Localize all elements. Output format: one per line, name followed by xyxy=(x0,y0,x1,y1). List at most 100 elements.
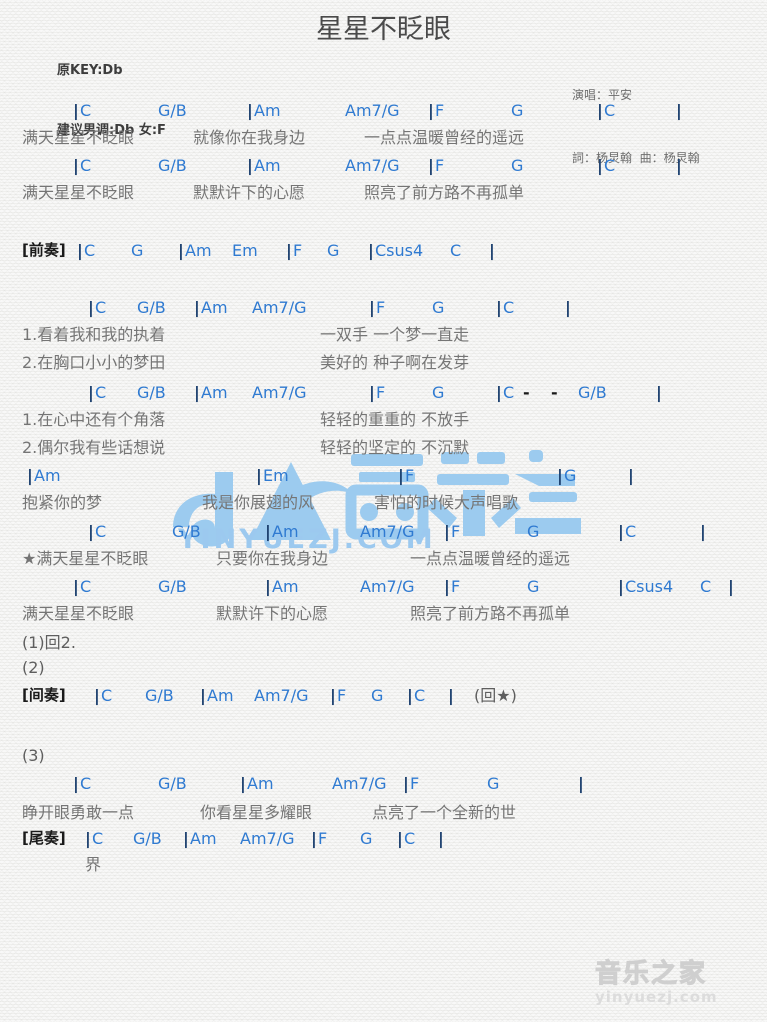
chord-symbol: Am7/G xyxy=(345,156,400,175)
original-key: 原KEY:Db xyxy=(57,63,123,78)
lyric-text: ★满天星星不眨眼 xyxy=(22,549,149,568)
lyric-line: 满天星星不眨眼 就像你在我身边 一点点温暖曾经的遥远 xyxy=(0,125,767,150)
chord-symbol: C xyxy=(700,577,712,596)
bar-separator: | xyxy=(73,101,79,120)
chord-symbol: G/B xyxy=(158,101,187,120)
bar-separator: | xyxy=(428,156,434,175)
bar-separator: | xyxy=(194,298,200,317)
chord-symbol: G/B xyxy=(158,774,187,793)
chord-symbol: Am xyxy=(201,383,228,402)
chord-symbol: C xyxy=(604,156,616,175)
chord-symbol: F xyxy=(410,774,420,793)
bar-separator: | xyxy=(489,241,495,260)
bar-separator: | xyxy=(73,156,79,175)
chord-symbol: Em xyxy=(263,466,289,485)
bar-separator: | xyxy=(183,829,189,848)
bar-separator: | xyxy=(676,101,682,120)
section-label: [前奏] xyxy=(22,241,66,259)
lyric-line: 2.偶尔我有些话想说 轻轻的坚定的 不沉默 xyxy=(0,435,767,460)
chord-symbol: Am7/G xyxy=(332,774,387,793)
bar-separator: | xyxy=(557,466,563,485)
bar-separator: | xyxy=(286,241,292,260)
lyric-text: 我是你展翅的风 xyxy=(202,493,315,512)
sustain-dash: - xyxy=(551,383,558,402)
chord-symbol: G/B xyxy=(158,577,187,596)
chord-symbol: G xyxy=(527,577,540,596)
chord-symbol: C xyxy=(625,522,637,541)
lyric-text: 点亮了一个全新的世 xyxy=(372,803,517,822)
chord-symbol: C xyxy=(95,522,107,541)
chord-symbol: Am xyxy=(254,101,281,120)
chord-symbol: Am xyxy=(185,241,212,260)
chord-symbol: G xyxy=(432,298,445,317)
chord-symbol: Am xyxy=(190,829,217,848)
chord-symbol: F xyxy=(376,383,386,402)
chord-symbol: G/B xyxy=(578,383,607,402)
chord-symbol: C xyxy=(84,241,96,260)
chord-symbol: G xyxy=(432,383,445,402)
bar-separator: | xyxy=(403,774,409,793)
chord-symbol: G xyxy=(131,241,144,260)
lyric-text: 一双手 一个梦一直走 xyxy=(320,325,470,344)
lyric-line: 抱紧你的梦 我是你展翅的风 害怕的时候大声唱歌 xyxy=(0,490,767,515)
bar-separator: | xyxy=(265,577,271,596)
bar-separator: | xyxy=(628,466,634,485)
chord-symbol: G xyxy=(527,522,540,541)
chord-symbol: C xyxy=(604,101,616,120)
chord-symbol: Am7/G xyxy=(252,383,307,402)
lyric-text: 照亮了前方路不再孤单 xyxy=(364,183,525,202)
repeat-marker: (1)回2. xyxy=(22,633,76,652)
chord-line: | C G/B | Am Am7/G | F G | C | xyxy=(0,295,767,320)
lyric-text: 照亮了前方路不再孤单 xyxy=(410,604,571,623)
chord-symbol: Em xyxy=(232,241,258,260)
chord-symbol: G/B xyxy=(137,298,166,317)
chord-sheet: 原KEY:Db 建议男调:Db 女:F 星星不眨眼 演唱：平安 詞：杨炅翰 曲：… xyxy=(0,0,767,1022)
bar-separator: | xyxy=(369,298,375,317)
chord-symbol: Am xyxy=(272,577,299,596)
bar-separator: | xyxy=(240,774,246,793)
chord-symbol: Csus4 xyxy=(625,577,674,596)
lyric-text: 你看星星多耀眼 xyxy=(200,803,313,822)
bar-separator: | xyxy=(597,101,603,120)
lyric-text: 满天星星不眨眼 xyxy=(22,128,135,147)
lyric-text: 轻轻的坚定的 不沉默 xyxy=(320,438,470,457)
lyric-line: (1)回2. xyxy=(0,630,767,655)
chord-line: | C G/B | Am Am7/G | F G | C | xyxy=(0,98,767,123)
chord-symbol: Am xyxy=(254,156,281,175)
lyric-line: 2.在胸口小小的梦田 美好的 种子啊在发芽 xyxy=(0,350,767,375)
bar-separator: | xyxy=(496,383,502,402)
song-title: 星星不眨眼 xyxy=(316,14,451,45)
bar-separator: | xyxy=(247,101,253,120)
lyric-line: (3) xyxy=(0,743,767,768)
lyric-line: (2) xyxy=(0,655,767,680)
lyric-text: 界 xyxy=(85,855,102,874)
lyric-text: 满天星星不眨眼 xyxy=(22,183,135,202)
chord-line: [尾奏] | C G/B | Am Am7/G | F G | C | xyxy=(0,826,767,851)
lyric-line: 满天星星不眨眼 默默许下的心愿 照亮了前方路不再孤单 xyxy=(0,601,767,626)
chord-symbol: C xyxy=(80,156,92,175)
chord-symbol: F xyxy=(293,241,303,260)
chord-symbol: C xyxy=(414,686,426,705)
chord-symbol: Am7/G xyxy=(360,577,415,596)
bar-separator: | xyxy=(618,577,624,596)
section-label: [尾奏] xyxy=(22,829,66,847)
bar-separator: | xyxy=(676,156,682,175)
lyric-text: 默默许下的心愿 xyxy=(216,604,329,623)
bar-separator: | xyxy=(27,466,33,485)
lyric-text: 一点点温暖曾经的遥远 xyxy=(410,549,571,568)
bar-separator: | xyxy=(398,466,404,485)
bar-separator: | xyxy=(597,156,603,175)
chord-symbol: F xyxy=(337,686,347,705)
chord-symbol: C xyxy=(80,577,92,596)
chord-symbol: F xyxy=(451,577,461,596)
chord-line: | C G/B | Am Am7/G | F G | Csus4 C | xyxy=(0,574,767,599)
chord-symbol: G/B xyxy=(172,522,201,541)
lyric-text: 默默许下的心愿 xyxy=(193,183,306,202)
lyric-text: 2.偶尔我有些话想说 xyxy=(22,438,166,457)
lyric-line: 1.在心中还有个角落 轻轻的重重的 不放手 xyxy=(0,407,767,432)
chord-symbol: C xyxy=(80,774,92,793)
bar-separator: | xyxy=(194,383,200,402)
bar-separator: | xyxy=(88,522,94,541)
lyric-text: 抱紧你的梦 xyxy=(22,493,103,512)
chord-symbol: G/B xyxy=(133,829,162,848)
